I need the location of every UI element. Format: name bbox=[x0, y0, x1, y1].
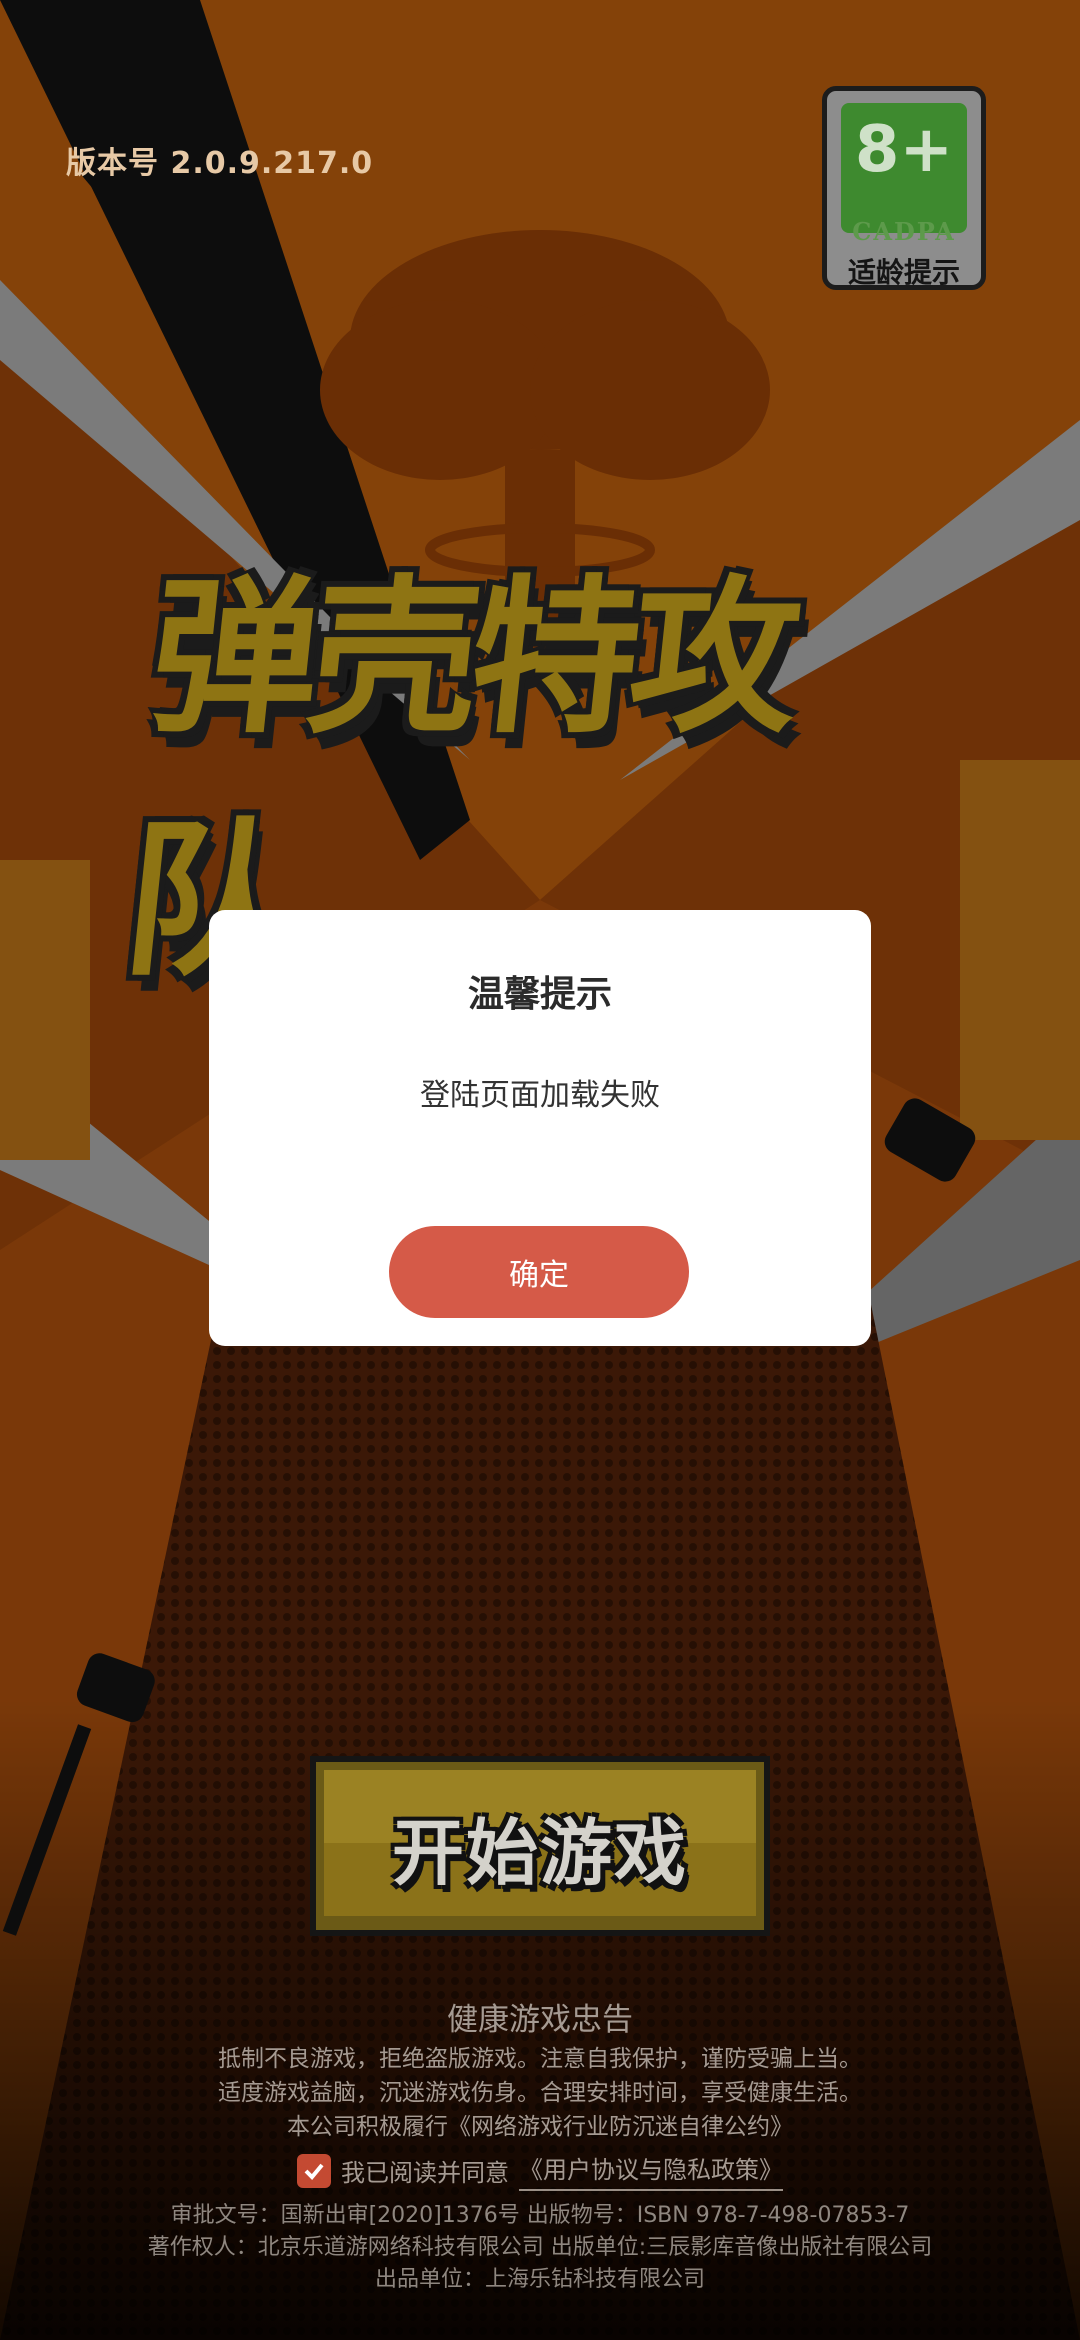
alert-dialog: 温馨提示 登陆页面加载失败 确定 bbox=[209, 910, 871, 1346]
legal-info: 审批文号：国新出审[2020]1376号 出版物号：ISBN 978-7-498… bbox=[0, 2200, 1080, 2296]
age-rating-value: 8+ bbox=[854, 113, 954, 187]
age-rating-box: 8+ bbox=[841, 103, 967, 233]
agreement-text: 我已阅读并同意 bbox=[341, 2159, 509, 2187]
agreement-checkbox[interactable] bbox=[297, 2153, 331, 2188]
age-rating-org: CADPA bbox=[852, 217, 956, 246]
copyright-info: 著作权人：北京乐道游网络科技有限公司 出版单位:三辰影库音像出版社有限公司 bbox=[147, 2235, 933, 2260]
advisory-line: 适度游戏益脑，沉迷游戏伤身。合理安排时间，享受健康生活。 bbox=[218, 2080, 862, 2106]
checkmark-icon bbox=[304, 2163, 324, 2180]
advisory-line: 本公司积极履行《网络游戏行业防沉迷自律公约》 bbox=[287, 2114, 793, 2140]
start-game-button[interactable]: 开始游戏 bbox=[310, 1756, 770, 1936]
producer-info: 出品单位：上海乐钻科技有限公司 bbox=[374, 2267, 705, 2292]
health-advisory: 健康游戏忠告 抵制不良游戏，拒绝盗版游戏。注意自我保护，谨防受骗上当。 适度游戏… bbox=[0, 1998, 1080, 2144]
advisory-title: 健康游戏忠告 bbox=[447, 2002, 633, 2038]
dialog-title: 温馨提示 bbox=[467, 974, 612, 1015]
agreement-row: 我已阅读并同意 《用户协议与隐私政策》 bbox=[0, 2150, 1080, 2191]
age-rating-badge: 8+ CADPA 适龄提示 bbox=[822, 86, 986, 290]
dialog-message: 登陆页面加载失败 bbox=[420, 1078, 660, 1113]
start-game-label: 开始游戏 bbox=[391, 1810, 688, 1895]
confirm-button[interactable]: 确定 bbox=[389, 1226, 689, 1318]
login-screen: 版本号 2.0.9.217.0 8+ CADPA 适龄提示 弹壳特攻队 开始游戏… bbox=[0, 0, 1080, 2340]
advisory-line: 抵制不良游戏，拒绝盗版游戏。注意自我保护，谨防受骗上当。 bbox=[218, 2046, 862, 2072]
game-logo-text: 弹壳特攻队 bbox=[115, 560, 802, 999]
game-logo: 弹壳特攻队 bbox=[115, 560, 930, 999]
version-label: 版本号 2.0.9.217.0 bbox=[66, 146, 374, 181]
age-rating-label: 适龄提示 bbox=[847, 256, 960, 289]
user-agreement-privacy-link[interactable]: 《用户协议与隐私政策》 bbox=[519, 2150, 783, 2191]
approval-info: 审批文号：国新出审[2020]1376号 出版物号：ISBN 978-7-498… bbox=[170, 2203, 910, 2228]
